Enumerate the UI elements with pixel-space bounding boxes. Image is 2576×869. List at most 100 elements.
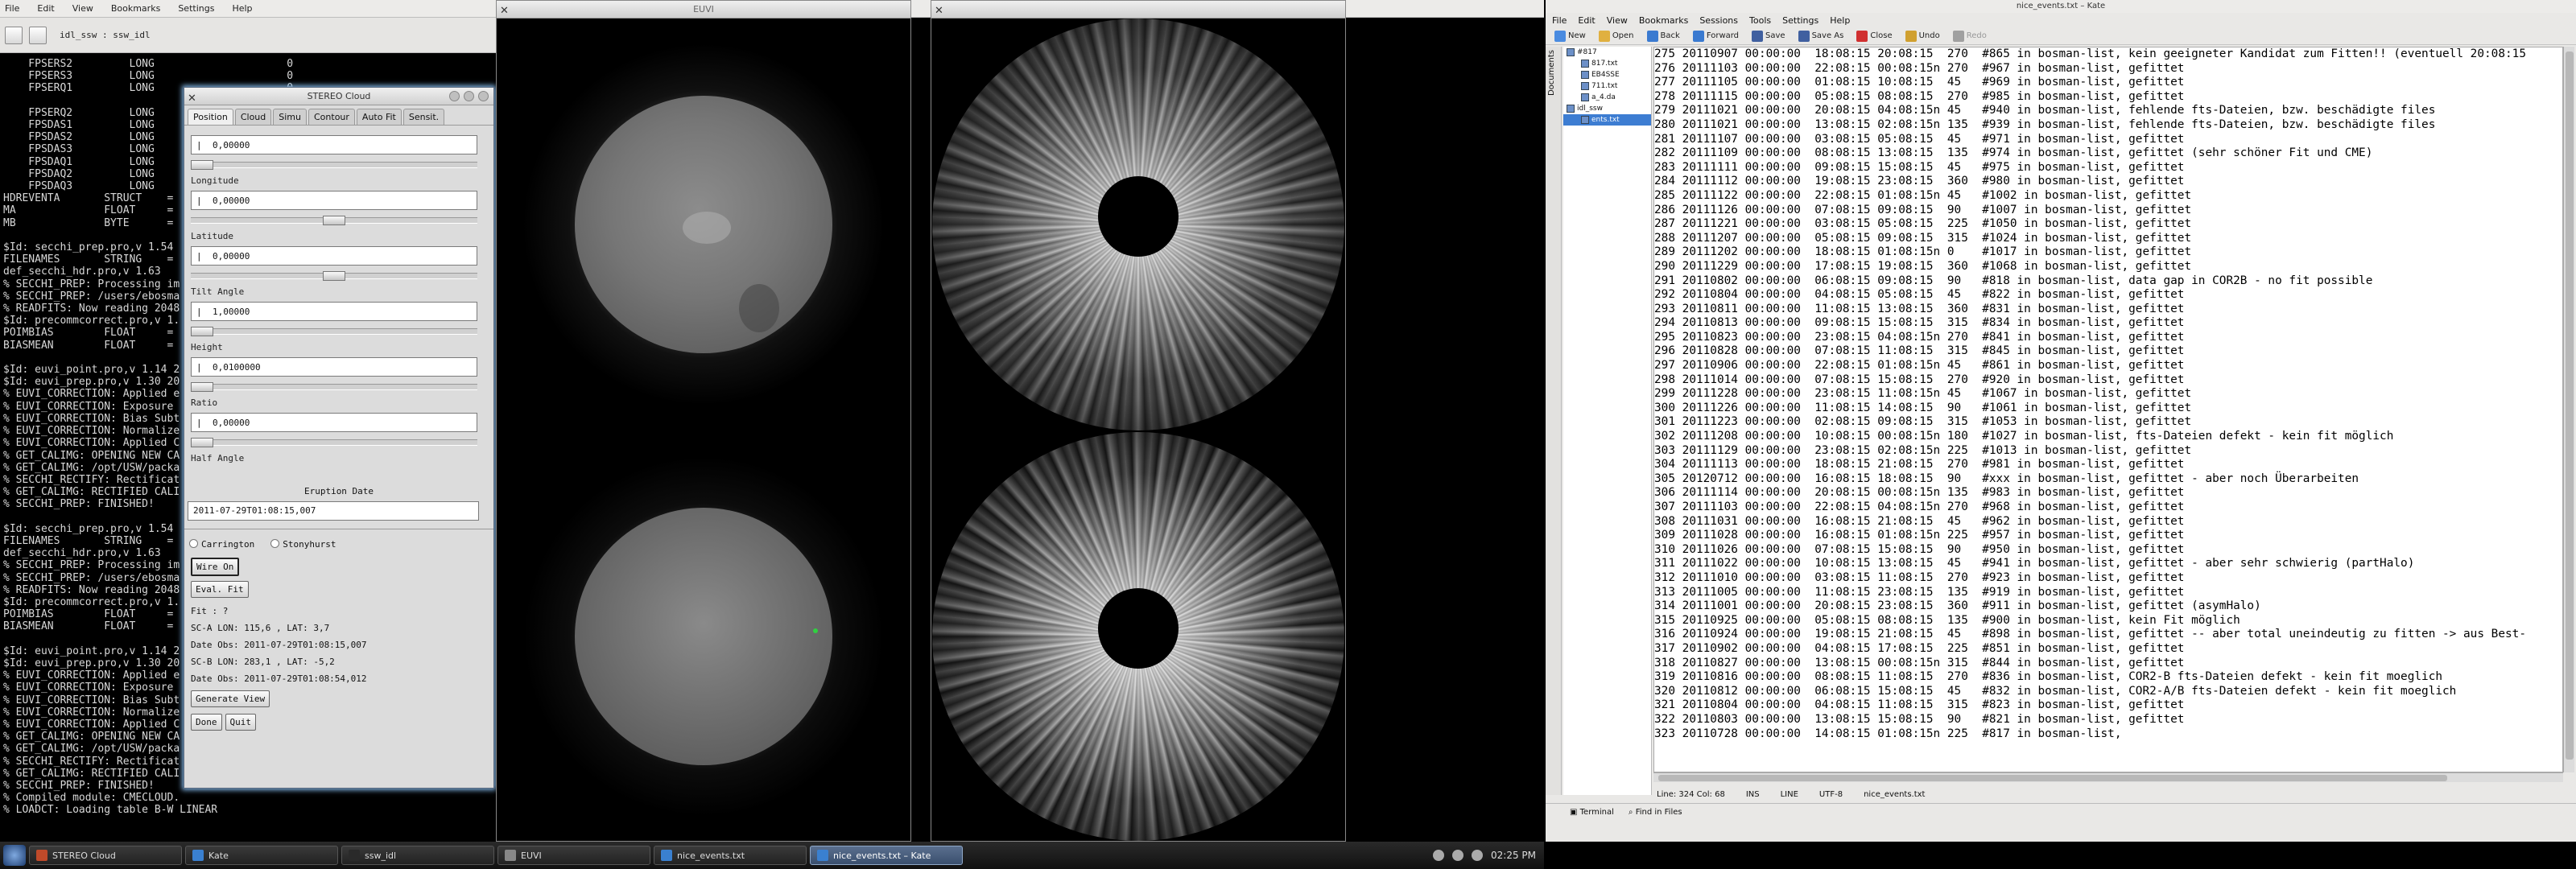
new-button[interactable]: New	[1550, 30, 1590, 42]
find-in-files-tab[interactable]: ⌕ Find in Files	[1629, 808, 1682, 817]
taskbar-task[interactable]: nice_events.txt	[654, 846, 807, 865]
documents-tab[interactable]: Documents	[1546, 47, 1558, 99]
battery-icon[interactable]	[1472, 850, 1483, 861]
parameter-field[interactable]: | 1,00000	[191, 302, 477, 321]
document-item[interactable]: a_4.da	[1563, 92, 1651, 103]
generate-view-button[interactable]: Generate View	[191, 690, 270, 707]
encoding[interactable]: UTF-8	[1819, 790, 1843, 799]
cor2-b-image[interactable]	[932, 432, 1344, 841]
taskbar-task[interactable]: STEREO Cloud	[29, 846, 182, 865]
taskbar-task[interactable]: Kate	[185, 846, 338, 865]
taskbar-task[interactable]: EUVI	[497, 846, 650, 865]
menu-item-edit[interactable]: Edit	[37, 3, 54, 14]
split-view-icon[interactable]	[29, 26, 47, 44]
parameter-slider[interactable]	[191, 160, 477, 170]
menu-item-settings[interactable]: Settings	[178, 3, 214, 14]
close-icon[interactable]	[478, 91, 489, 101]
taskbar-task[interactable]: ssw_idl	[341, 846, 494, 865]
document-item[interactable]: #817	[1563, 47, 1651, 58]
network-icon[interactable]	[1433, 850, 1444, 861]
document-item[interactable]: EB4SSE	[1563, 69, 1651, 80]
tab-simu[interactable]: Simu	[273, 109, 307, 125]
menu-item-edit[interactable]: Edit	[1578, 15, 1595, 26]
editor-line: 323 20110728 00:00:00 14:08:15 01:08:15n…	[1654, 727, 2122, 740]
scroll-thumb[interactable]	[1658, 775, 2447, 781]
slider-knob[interactable]	[191, 327, 213, 336]
menu-item-help[interactable]: Help	[1830, 15, 1850, 26]
done-button[interactable]: Done	[191, 714, 222, 731]
taskbar-task[interactable]: nice_events.txt – Kate	[810, 846, 963, 865]
quit-button[interactable]: Quit	[225, 714, 256, 731]
menu-item-sessions[interactable]: Sessions	[1699, 15, 1738, 26]
open-button[interactable]: Open	[1595, 30, 1638, 42]
parameter-field[interactable]: | 0,00000	[191, 246, 477, 266]
cor2-titlebar[interactable]: ✕	[931, 1, 1345, 19]
euvi-b-image[interactable]	[497, 432, 910, 841]
menu-item-bookmarks[interactable]: Bookmarks	[111, 3, 160, 14]
slider-knob[interactable]	[191, 160, 213, 170]
back-button[interactable]: Back	[1643, 30, 1684, 42]
eruption-date-field[interactable]: 2011-07-29T01:08:15,007	[188, 501, 479, 521]
menu-item-view[interactable]: View	[72, 3, 93, 14]
menu-item-file[interactable]: File	[5, 3, 19, 14]
menu-item-help[interactable]: Help	[232, 3, 252, 14]
save-button[interactable]: Save	[1748, 30, 1790, 42]
selection-mode[interactable]: LINE	[1781, 790, 1798, 799]
tab-contour[interactable]: Contour	[308, 109, 355, 125]
wire-on-button[interactable]: Wire On	[191, 558, 240, 576]
insert-mode[interactable]: INS	[1746, 790, 1760, 799]
kate-editor[interactable]: 275 20110907 00:00:00 18:08:15 20:08:15 …	[1653, 47, 2563, 772]
kate-titlebar[interactable]: nice_events.txt – Kate	[1546, 0, 2576, 13]
slider-knob[interactable]	[323, 216, 345, 225]
tab-auto-fit[interactable]: Auto Fit	[356, 109, 402, 125]
parameter-field[interactable]: | 0,00000	[191, 413, 477, 432]
editor-line: 313 20111005 00:00:00 11:08:15 23:08:15 …	[1654, 585, 2185, 599]
horizontal-scrollbar[interactable]	[1653, 772, 2563, 782]
dialog-titlebar[interactable]: ✕ STEREO Cloud	[184, 88, 493, 105]
cor2-a-image[interactable]	[932, 19, 1344, 430]
tab-cloud[interactable]: Cloud	[234, 109, 272, 125]
parameter-field[interactable]: | 0,0100000	[191, 357, 477, 377]
parameter-slider[interactable]	[191, 327, 477, 336]
document-item[interactable]: idl_ssw	[1563, 103, 1651, 114]
volume-icon[interactable]	[1452, 850, 1463, 861]
forward-button[interactable]: Forward	[1689, 30, 1743, 42]
parameter-slider[interactable]	[191, 438, 477, 447]
euvi-a-image[interactable]	[497, 19, 910, 430]
k-menu-icon[interactable]	[3, 845, 26, 866]
parameter-field[interactable]: | 0,00000	[191, 135, 477, 154]
slider-knob[interactable]	[191, 438, 213, 447]
vertical-scrollbar[interactable]	[2563, 47, 2574, 772]
forward-icon	[1692, 30, 1704, 42]
new-tab-icon[interactable]	[5, 26, 23, 44]
radio-stonyhurst[interactable]: Stonyhurst	[270, 539, 336, 550]
menu-item-file[interactable]: File	[1552, 15, 1567, 26]
menu-item-settings[interactable]: Settings	[1782, 15, 1818, 26]
tab-position[interactable]: Position	[188, 109, 233, 125]
parameter-slider[interactable]	[191, 216, 477, 225]
radio-carrington[interactable]: Carrington	[189, 539, 254, 550]
terminal-tab[interactable]: ▣ Terminal	[1570, 808, 1614, 817]
document-item[interactable]: 711.txt	[1563, 80, 1651, 92]
save-as-button[interactable]: Save As	[1794, 30, 1848, 42]
document-item[interactable]: ents.txt	[1563, 114, 1651, 126]
euvi-titlebar[interactable]: ✕ EUVI	[497, 1, 910, 19]
maximize-icon[interactable]	[464, 91, 474, 101]
menu-item-view[interactable]: View	[1607, 15, 1628, 26]
clock[interactable]: 02:25 PM	[1491, 850, 1536, 861]
menu-item-bookmarks[interactable]: Bookmarks	[1639, 15, 1688, 26]
tab-sensit[interactable]: Sensit.	[402, 109, 445, 125]
terminal-tab-title[interactable]: idl_ssw : ssw_idl	[60, 30, 151, 40]
slider-knob[interactable]	[191, 382, 213, 392]
eval-fit-button[interactable]: Eval. Fit	[191, 581, 249, 598]
scroll-thumb[interactable]	[2566, 51, 2574, 760]
close-button[interactable]: Close	[1852, 30, 1896, 42]
parameter-slider[interactable]	[191, 271, 477, 281]
document-item[interactable]: 817.txt	[1563, 58, 1651, 69]
undo-button[interactable]: Undo	[1901, 30, 1944, 42]
parameter-field[interactable]: | 0,00000	[191, 191, 477, 210]
minimize-icon[interactable]	[449, 91, 460, 101]
menu-item-tools[interactable]: Tools	[1749, 15, 1771, 26]
parameter-slider[interactable]	[191, 382, 477, 392]
slider-knob[interactable]	[323, 271, 345, 281]
